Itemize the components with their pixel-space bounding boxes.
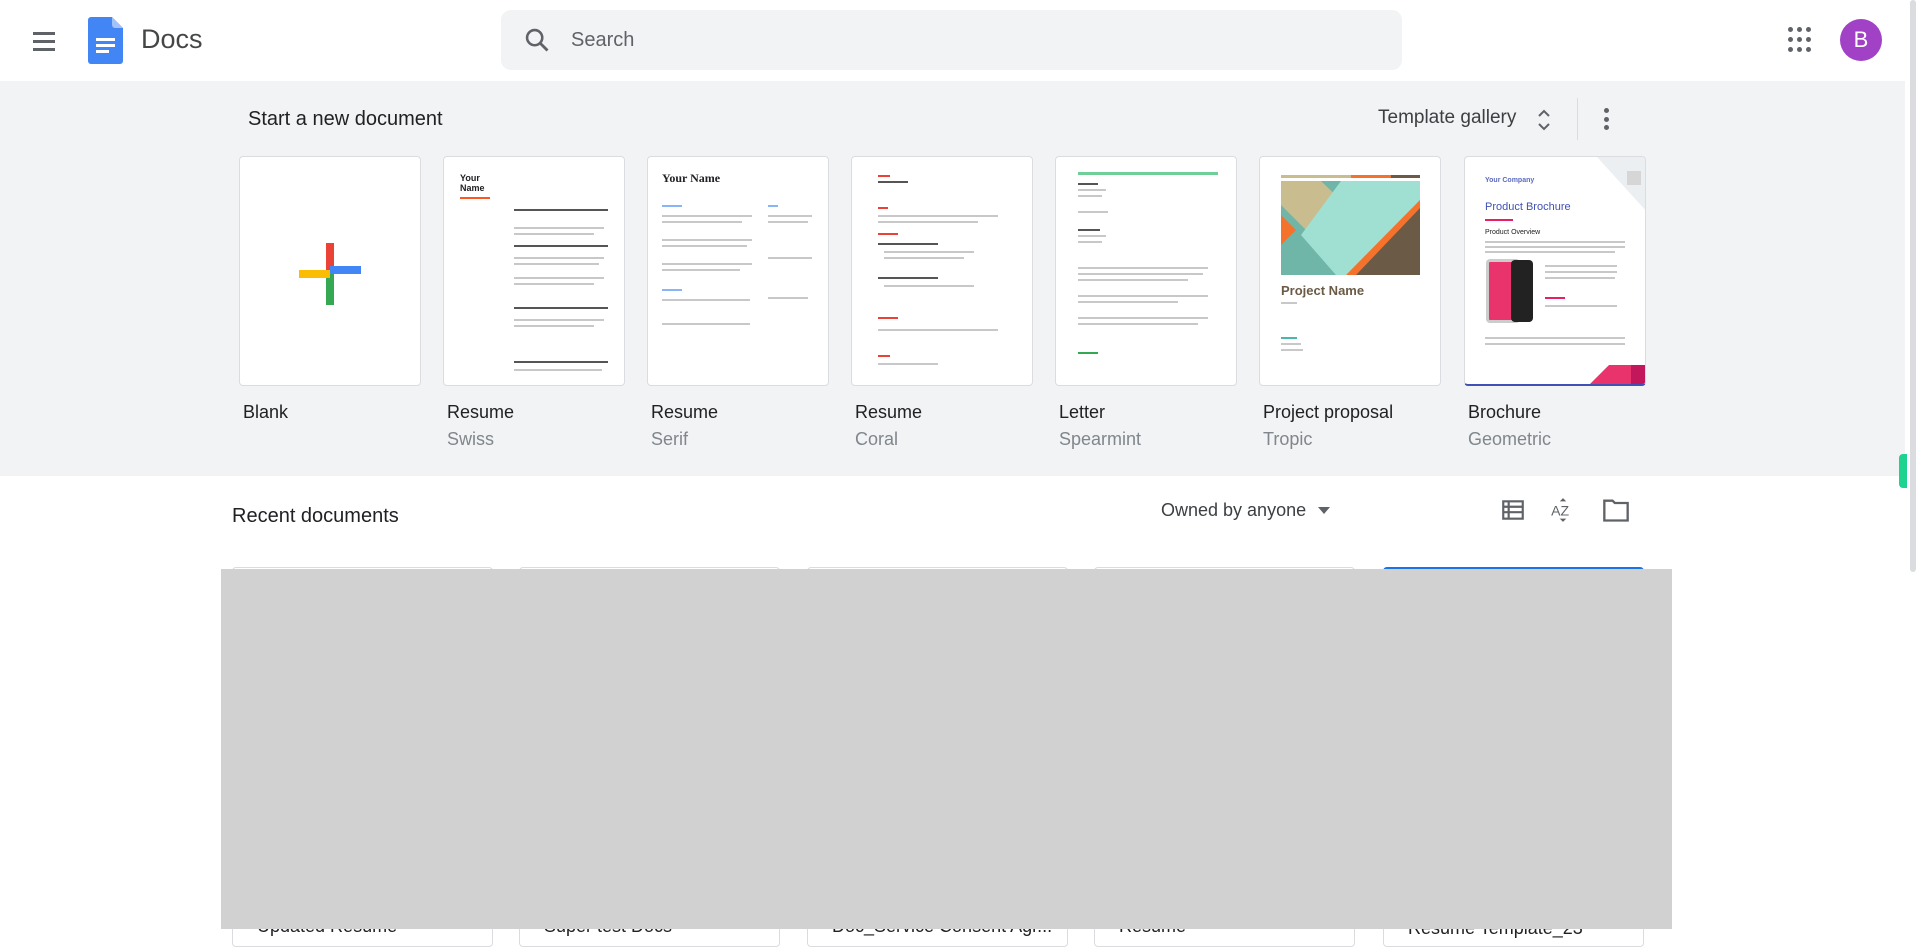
avatar[interactable]: B	[1840, 19, 1882, 61]
owner-filter-label: Owned by anyone	[1161, 500, 1307, 520]
unfold-icon[interactable]	[1536, 106, 1552, 134]
geometric-corner	[1597, 157, 1645, 210]
template-subtitle: Serif	[651, 429, 689, 449]
divider	[1577, 98, 1578, 140]
template-thumbnail[interactable]: Project Name	[1259, 156, 1441, 386]
template-thumbnail[interactable]: Your Name	[443, 156, 625, 386]
template-name: Resume	[855, 402, 923, 422]
template-brochure-geometric[interactable]: Your Company Product Brochure Product Ov…	[1464, 156, 1646, 450]
thumb-text: Product Brochure	[1485, 201, 1571, 213]
apps-grid-icon[interactable]	[1788, 27, 1814, 53]
section-heading: Start a new document	[248, 108, 443, 130]
search-icon[interactable]	[523, 26, 551, 54]
redaction-overlay	[221, 569, 1672, 929]
thumb-text: Product Overview	[1485, 229, 1541, 236]
geometric-footer	[1590, 365, 1645, 384]
template-thumbnail[interactable]	[851, 156, 1033, 386]
template-name: Blank	[243, 402, 289, 422]
thumb-text: Your Name	[662, 171, 721, 185]
template-name: Brochure	[1468, 402, 1542, 422]
plus-icon	[299, 243, 361, 305]
template-gallery-button[interactable]: Template gallery	[1378, 107, 1516, 129]
caret-down-icon	[1318, 506, 1331, 514]
template-resume-coral[interactable]: Resume Coral	[851, 156, 1033, 450]
template-project-proposal-tropic[interactable]: Project Name Project proposal Tropic	[1259, 156, 1441, 450]
template-subtitle: Geometric	[1468, 429, 1552, 449]
template-thumbnail[interactable]	[1055, 156, 1237, 386]
search-bar[interactable]	[501, 10, 1402, 70]
main-menu-button[interactable]	[30, 27, 58, 55]
scrollbar-thumb[interactable]	[1910, 0, 1916, 572]
template-resume-serif[interactable]: Your Name Resume Serif	[647, 156, 829, 450]
list-view-icon[interactable]	[1500, 497, 1526, 523]
template-name: Project proposal	[1263, 402, 1394, 422]
svg-text:AZ: AZ	[1551, 502, 1569, 518]
top-bar: Docs B	[0, 0, 1920, 81]
tropic-artwork	[1281, 175, 1420, 275]
more-vert-icon[interactable]	[1598, 106, 1614, 132]
template-subtitle: Coral	[855, 429, 899, 449]
app-title[interactable]: Docs	[141, 24, 203, 55]
template-name: Resume	[651, 402, 719, 422]
template-name: Letter	[1059, 402, 1106, 422]
template-thumbnail[interactable]: Your Company Product Brochure Product Ov…	[1464, 156, 1646, 386]
template-thumbnail[interactable]: Your Name	[647, 156, 829, 386]
docs-logo-icon[interactable]	[88, 17, 123, 64]
recent-documents-heading: Recent documents	[232, 505, 399, 527]
template-name: Resume	[447, 402, 515, 422]
folder-icon[interactable]	[1602, 497, 1630, 523]
template-subtitle: Swiss	[447, 429, 495, 449]
thumb-text: Project Name	[1281, 283, 1365, 298]
thumb-text: Your Company	[1485, 177, 1535, 184]
thumb-text: Your Name	[460, 173, 485, 193]
search-input[interactable]	[571, 10, 1371, 70]
template-resume-swiss[interactable]: Your Name Resume Swiss	[443, 156, 625, 450]
sort-az-icon[interactable]: AZ	[1550, 497, 1576, 523]
template-thumbnail[interactable]	[239, 156, 421, 386]
side-panel-toggle[interactable]	[1899, 454, 1907, 488]
template-blank[interactable]: Blank	[239, 156, 421, 423]
scrollbar[interactable]	[1907, 0, 1920, 942]
template-subtitle: Spearmint	[1059, 429, 1142, 449]
owner-filter-dropdown[interactable]: Owned by anyone	[1161, 500, 1331, 521]
template-subtitle: Tropic	[1263, 429, 1313, 449]
template-letter-spearmint[interactable]: Letter Spearmint	[1055, 156, 1237, 450]
